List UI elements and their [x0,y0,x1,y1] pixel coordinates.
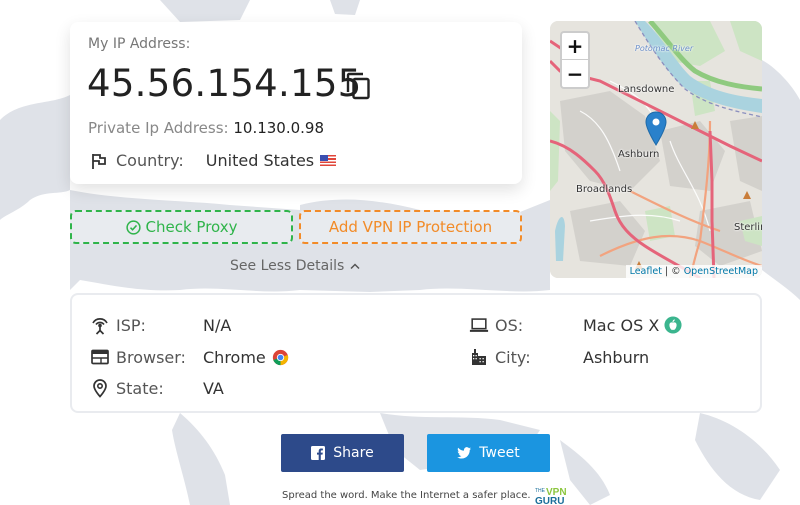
facebook-share-button[interactable]: Share [281,434,404,472]
map-label-lansdowne: Lansdowne [618,84,675,95]
location-marker-icon[interactable] [645,111,667,147]
my-ip-label: My IP Address: [88,36,191,52]
zoom-in-button[interactable]: + [562,33,588,60]
share-label: Share [333,445,374,461]
openstreetmap-link[interactable]: OpenStreetMap [684,266,758,277]
svg-text:GURU: GURU [535,496,564,504]
see-less-label: See Less Details [230,258,345,274]
zoom-out-button[interactable]: − [562,60,588,87]
browser-window-icon [90,347,110,367]
chrome-icon [272,349,288,365]
svg-text:THE: THE [535,488,546,494]
apple-icon [664,316,682,334]
private-ip-value: 10.130.0.98 [233,119,325,137]
see-less-details-toggle[interactable]: See Less Details [230,258,360,274]
location-map[interactable]: Potomac River Lansdowne Ashburn Broadlan… [550,21,762,278]
tagline-text: Spread the word. Make the Internet a saf… [282,489,531,501]
country-row: Country: United States [90,151,337,170]
ip-address-card: My IP Address: 45.56.154.155 Private Ip … [70,22,522,184]
facebook-icon [311,446,326,460]
os-label: OS: [495,315,524,335]
browser-label: Browser: [116,347,186,367]
location-pin-icon [90,378,110,398]
leaflet-link[interactable]: Leaflet [630,266,662,277]
os-value: Mac OS X [583,315,660,335]
map-label-ashburn: Ashburn [618,149,660,160]
browser-row: Browser: Chrome [90,347,288,367]
os-row: OS: Mac OS X [469,315,682,335]
twitter-tweet-button[interactable]: Tweet [427,434,550,472]
browser-value: Chrome [203,347,266,367]
country-label: Country: [116,151,184,170]
city-value: Ashburn [583,347,650,367]
add-vpn-protection-button[interactable]: Add VPN IP Protection [299,210,522,244]
map-label-sterling: Sterlin [734,222,762,233]
copy-icon[interactable] [346,72,372,100]
attribution-separator: | © [661,266,684,277]
city-row: City: Ashburn [469,347,649,367]
map-label-broadlands: Broadlands [576,184,633,195]
the-vpn-guru-logo: THE VPN GURU [535,487,567,504]
twitter-bird-icon [457,447,472,459]
chevron-up-icon [350,263,360,270]
check-circle-icon [125,219,141,235]
map-zoom-control: + − [560,31,590,89]
public-ip-value: 45.56.154.155 [87,62,362,105]
us-flag-icon [320,155,337,166]
add-vpn-label: Add VPN IP Protection [328,218,493,236]
country-value: United States [205,151,315,170]
tagline-row: Spread the word. Make the Internet a saf… [282,486,577,504]
city-label: City: [495,347,531,367]
state-value: VA [203,378,224,398]
private-ip-row: Private Ip Address: 10.130.0.98 [88,119,324,137]
state-row: State: VA [90,378,224,398]
map-attribution: Leaflet | © OpenStreetMap [625,265,762,278]
tweet-label: Tweet [479,445,520,461]
connection-details-card: ISP: N/A Browser: Chrome State: VA OS: M… [70,293,762,413]
isp-row: ISP: N/A [90,315,231,335]
check-proxy-label: Check Proxy [145,218,238,236]
map-label-potomac-river: Potomac River [635,44,694,53]
city-buildings-icon [469,347,489,367]
isp-value: N/A [203,315,232,335]
private-ip-label: Private Ip Address: [88,119,229,137]
check-proxy-button[interactable]: Check Proxy [70,210,293,244]
antenna-icon [90,315,110,335]
laptop-icon [469,315,489,335]
flag-icon [92,153,106,169]
state-label: State: [116,378,164,398]
isp-label: ISP: [116,315,146,335]
